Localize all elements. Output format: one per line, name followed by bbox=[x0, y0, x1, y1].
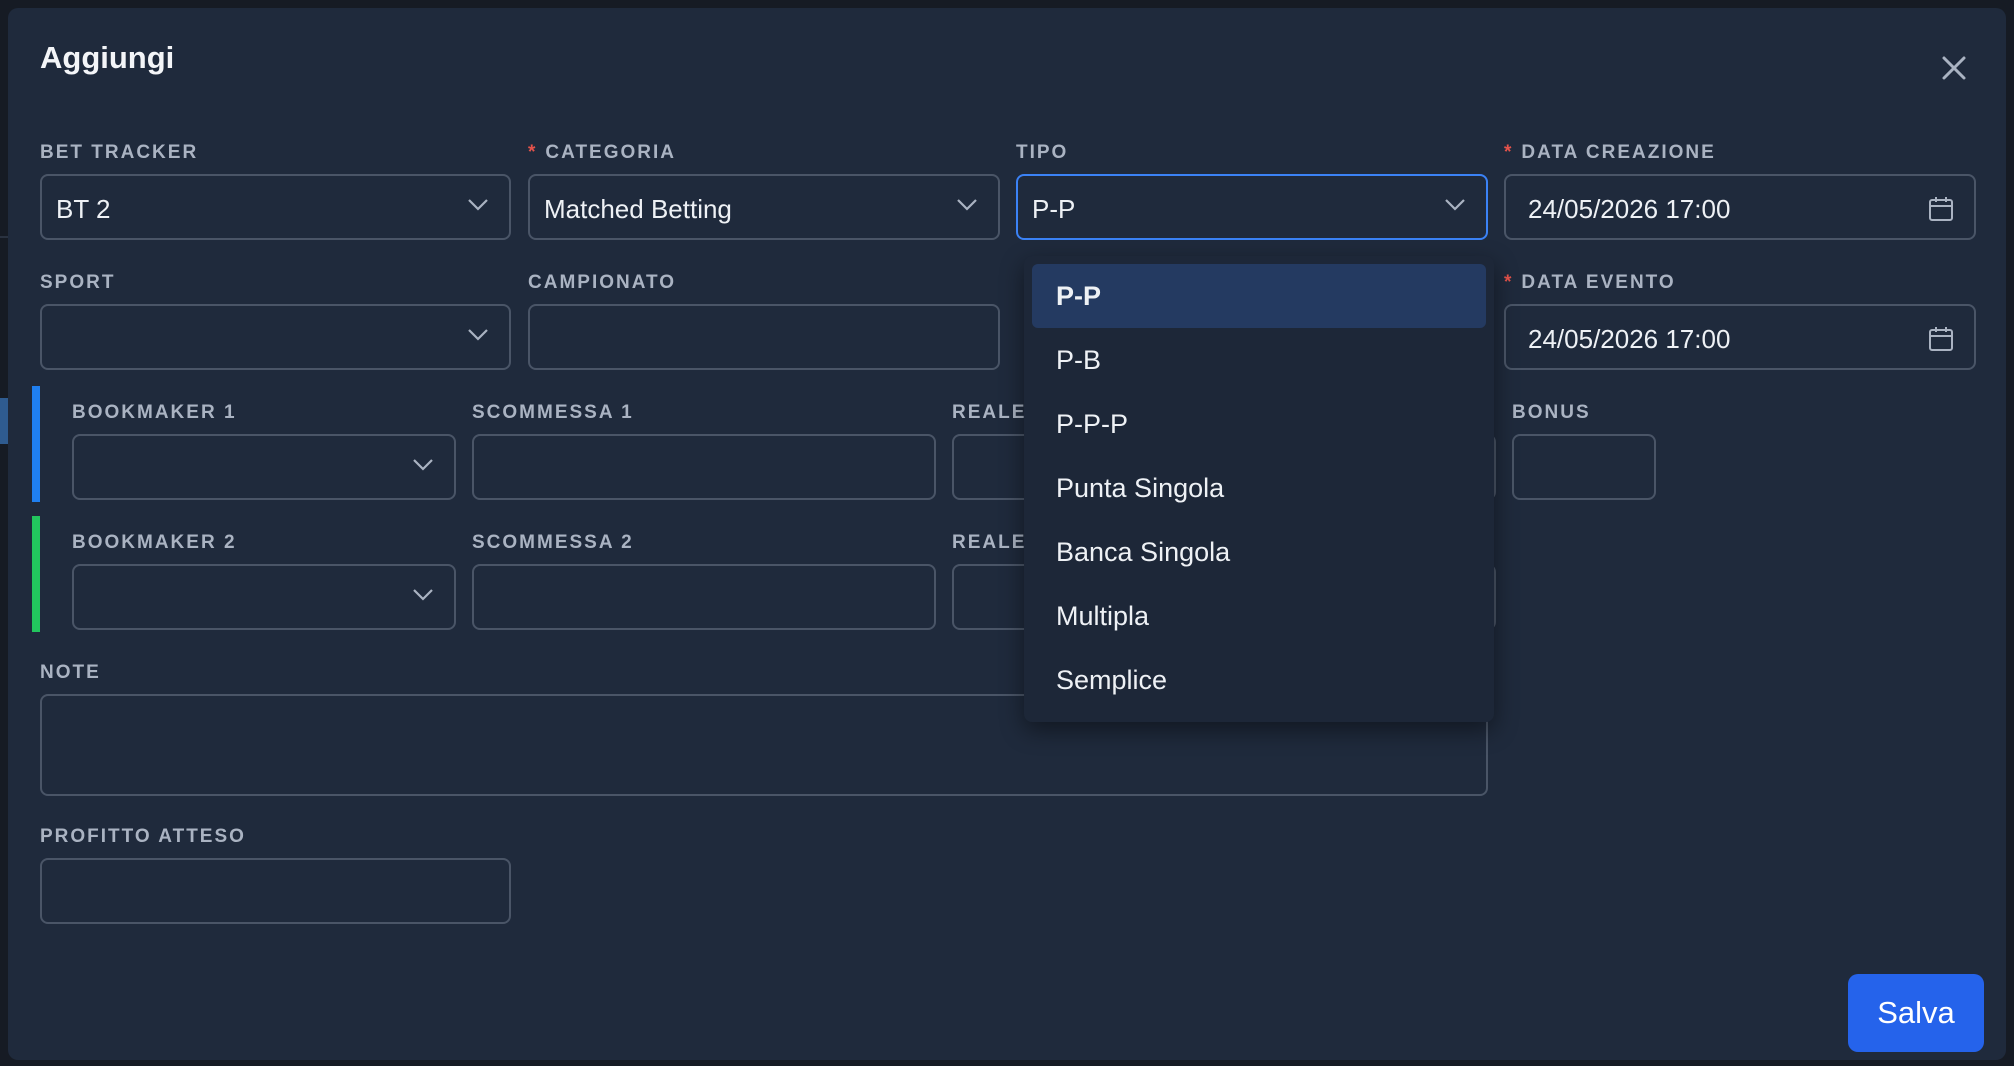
data-creazione-label-text: DATA CREAZIONE bbox=[1521, 142, 1716, 163]
tipo-option-banca-singola[interactable]: Banca Singola bbox=[1032, 520, 1486, 584]
categoria-value: Matched Betting bbox=[544, 194, 732, 224]
required-mark: * bbox=[1504, 142, 1514, 163]
chevron-down-icon bbox=[413, 459, 433, 471]
option-label: Multipla bbox=[1056, 601, 1150, 631]
note-label: NOTE bbox=[40, 662, 101, 683]
option-label: P-P-P bbox=[1056, 409, 1129, 439]
option-label: P-P bbox=[1056, 281, 1102, 311]
bookmaker-1-accent bbox=[32, 386, 40, 502]
close-icon[interactable] bbox=[1932, 46, 1976, 90]
categoria-label-text: CATEGORIA bbox=[545, 142, 676, 163]
tipo-value: P-P bbox=[1032, 194, 1076, 224]
tipo-option-punta-singola[interactable]: Punta Singola bbox=[1032, 456, 1486, 520]
option-label: Banca Singola bbox=[1056, 537, 1231, 567]
data-creazione-label: * DATA CREAZIONE bbox=[1504, 142, 1716, 164]
required-mark: * bbox=[1504, 272, 1514, 293]
scommessa-2-input[interactable] bbox=[472, 564, 936, 630]
tipo-option-p-p[interactable]: P-P bbox=[1032, 264, 1486, 328]
categoria-label: * CATEGORIA bbox=[528, 142, 676, 164]
add-modal: Aggiungi BET TRACKER BT 2 * CATEGORIA Mat… bbox=[8, 8, 2006, 1060]
background-highlight bbox=[0, 398, 8, 444]
data-evento-value: 24/05/2026 17:00 bbox=[1528, 324, 1731, 354]
profitto-atteso-input[interactable] bbox=[40, 858, 511, 924]
sport-label: SPORT bbox=[40, 272, 116, 293]
bet-tracker-label: BET TRACKER bbox=[40, 142, 199, 163]
chevron-down-icon bbox=[1445, 199, 1465, 211]
chevron-down-icon bbox=[413, 589, 433, 601]
tipo-option-p-b[interactable]: P-B bbox=[1032, 328, 1486, 392]
data-creazione-value: 24/05/2026 17:00 bbox=[1528, 194, 1731, 224]
tipo-option-multipla[interactable]: Multipla bbox=[1032, 584, 1486, 648]
campionato-label: CAMPIONATO bbox=[528, 272, 677, 293]
bookmaker-2-label: BOOKMAKER 2 bbox=[72, 532, 237, 553]
required-mark: * bbox=[528, 142, 538, 163]
bonus-label: BONUS bbox=[1512, 402, 1591, 423]
scommessa-2-label: SCOMMESSA 2 bbox=[472, 532, 634, 553]
tipo-option-semplice[interactable]: Semplice bbox=[1032, 648, 1486, 712]
chevron-down-icon bbox=[468, 199, 488, 211]
calendar-icon[interactable] bbox=[1928, 196, 1954, 222]
data-creazione-input[interactable]: 24/05/2026 17:00 bbox=[1504, 174, 1976, 240]
option-label: P-B bbox=[1056, 345, 1102, 375]
campionato-input[interactable] bbox=[528, 304, 1000, 370]
reale-2-label: REALE bbox=[952, 532, 1027, 553]
option-label: Punta Singola bbox=[1056, 473, 1225, 503]
save-button[interactable]: Salva bbox=[1848, 974, 1984, 1052]
bookmaker-1-label: BOOKMAKER 1 bbox=[72, 402, 237, 423]
tipo-label: TIPO bbox=[1016, 142, 1069, 163]
sport-select[interactable] bbox=[40, 304, 511, 370]
option-label: Semplice bbox=[1056, 665, 1168, 695]
tipo-dropdown-menu: P-P P-B P-P-P Punta Singola Banca Singol… bbox=[1024, 256, 1494, 722]
chevron-down-icon bbox=[468, 329, 488, 341]
data-evento-label: * DATA EVENTO bbox=[1504, 272, 1676, 294]
modal-title: Aggiungi bbox=[40, 40, 175, 75]
reale-1-label: REALE bbox=[952, 402, 1027, 423]
bookmaker-2-select[interactable] bbox=[72, 564, 456, 630]
scommessa-1-input[interactable] bbox=[472, 434, 936, 500]
background-divider bbox=[0, 236, 8, 238]
scommessa-1-label: SCOMMESSA 1 bbox=[472, 402, 634, 423]
calendar-icon[interactable] bbox=[1928, 326, 1954, 352]
bookmaker-2-accent bbox=[32, 516, 40, 632]
bet-tracker-select[interactable]: BT 2 bbox=[40, 174, 511, 240]
bonus-input[interactable] bbox=[1512, 434, 1656, 500]
chevron-down-icon bbox=[957, 199, 977, 211]
data-evento-input[interactable]: 24/05/2026 17:00 bbox=[1504, 304, 1976, 370]
tipo-option-p-p-p[interactable]: P-P-P bbox=[1032, 392, 1486, 456]
tipo-select[interactable]: P-P bbox=[1016, 174, 1488, 240]
bookmaker-1-select[interactable] bbox=[72, 434, 456, 500]
profitto-atteso-label: PROFITTO ATTESO bbox=[40, 826, 246, 847]
bet-tracker-value: BT 2 bbox=[56, 194, 111, 224]
data-evento-label-text: DATA EVENTO bbox=[1521, 272, 1676, 293]
categoria-select[interactable]: Matched Betting bbox=[528, 174, 1000, 240]
